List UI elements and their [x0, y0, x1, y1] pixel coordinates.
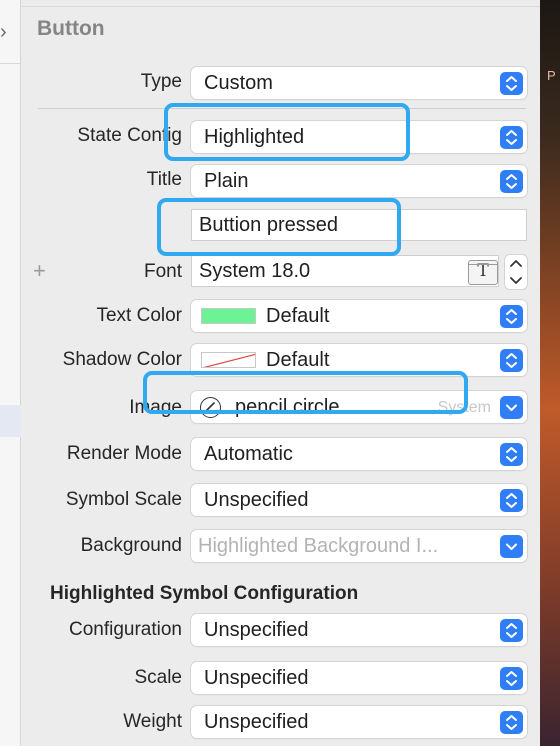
- desktop-background: P: [540, 0, 560, 746]
- up-down-arrows-icon: [500, 126, 523, 149]
- adjacent-pane: ›: [0, 0, 21, 746]
- text-color-popup[interactable]: Default: [191, 300, 527, 332]
- configuration-value: Unspecified: [204, 619, 309, 641]
- chevron-down-icon: [500, 396, 523, 419]
- shadow-color-popup[interactable]: Default: [191, 344, 527, 376]
- type-value: Custom: [204, 72, 273, 94]
- render-mode-popup[interactable]: Automatic: [191, 438, 527, 470]
- image-label: Image: [129, 397, 182, 418]
- up-down-arrows-icon: [500, 489, 523, 512]
- attributes-inspector: Button Type Custom State Config Highligh…: [22, 0, 540, 746]
- render-mode-value: Automatic: [204, 443, 293, 465]
- pencil-circle-icon: [200, 397, 221, 418]
- shadow-color-value: Default: [266, 349, 330, 371]
- symbol-scale-popup[interactable]: Unspecified: [191, 484, 527, 516]
- no-color-swatch: [201, 352, 256, 368]
- title-label: Title: [146, 169, 182, 190]
- panel-top-divider: [22, 6, 540, 7]
- pane-divider: [0, 63, 21, 64]
- render-mode-label: Render Mode: [66, 443, 182, 464]
- font-value: System 18.0: [199, 260, 311, 282]
- font-field[interactable]: System 18.0: [191, 255, 499, 287]
- chevron-down-icon: [500, 535, 523, 558]
- scale-value: Unspecified: [204, 667, 309, 689]
- shadow-color-label: Shadow Color: [62, 349, 182, 370]
- state-config-popup[interactable]: Highlighted: [191, 121, 527, 153]
- up-down-arrows-icon: [500, 443, 523, 466]
- scale-popup[interactable]: Unspecified: [191, 662, 527, 694]
- type-popup[interactable]: Custom: [191, 67, 527, 99]
- background-label: Background: [80, 535, 182, 556]
- background-placeholder: Highlighted Background I...: [198, 535, 439, 557]
- chevron-right-icon[interactable]: ›: [0, 22, 7, 42]
- desktop-text: P: [547, 68, 556, 83]
- title-text-field[interactable]: Buttion pressed: [191, 209, 527, 241]
- up-down-arrows-icon: [500, 72, 523, 95]
- font-label: Font: [143, 261, 182, 282]
- weight-popup[interactable]: Unspecified: [191, 706, 527, 738]
- section-title: Button: [37, 17, 105, 40]
- text-color-value: Default: [266, 305, 330, 327]
- font-picker-icon[interactable]: T: [468, 260, 498, 285]
- up-down-arrows-icon: [500, 711, 523, 734]
- type-label: Type: [140, 71, 182, 92]
- background-combo[interactable]: Highlighted Background I...: [191, 530, 527, 562]
- text-color-label: Text Color: [96, 305, 182, 326]
- up-down-arrows-icon: [500, 305, 523, 328]
- section-divider: [38, 108, 526, 109]
- text-color-swatch: [201, 308, 256, 324]
- symbol-scale-label: Symbol Scale: [65, 489, 182, 510]
- state-config-label: State Config: [77, 125, 182, 146]
- configuration-label: Configuration: [68, 619, 182, 640]
- image-hint: System: [437, 399, 491, 416]
- image-combo[interactable]: pencil.circle System: [191, 391, 527, 423]
- font-size-stepper[interactable]: [505, 255, 527, 289]
- configuration-popup[interactable]: Unspecified: [191, 614, 527, 646]
- weight-value: Unspecified: [204, 711, 309, 733]
- state-config-value: Highlighted: [204, 126, 305, 148]
- title-value: Plain: [204, 170, 249, 192]
- add-variation-icon[interactable]: +: [33, 258, 46, 284]
- up-down-arrows-icon: [500, 619, 523, 642]
- symbol-config-heading: Highlighted Symbol Configuration: [50, 583, 359, 604]
- scale-label: Scale: [134, 667, 182, 688]
- up-down-arrows-icon: [500, 349, 523, 372]
- symbol-scale-value: Unspecified: [204, 489, 309, 511]
- up-down-arrows-icon: [500, 170, 523, 193]
- title-popup[interactable]: Plain: [191, 165, 527, 197]
- title-text-value: Buttion pressed: [199, 214, 338, 236]
- image-value: pencil.circle: [235, 396, 340, 418]
- selected-row-highlight: [0, 405, 21, 437]
- up-down-arrows-icon: [500, 667, 523, 690]
- weight-label: Weight: [123, 711, 182, 732]
